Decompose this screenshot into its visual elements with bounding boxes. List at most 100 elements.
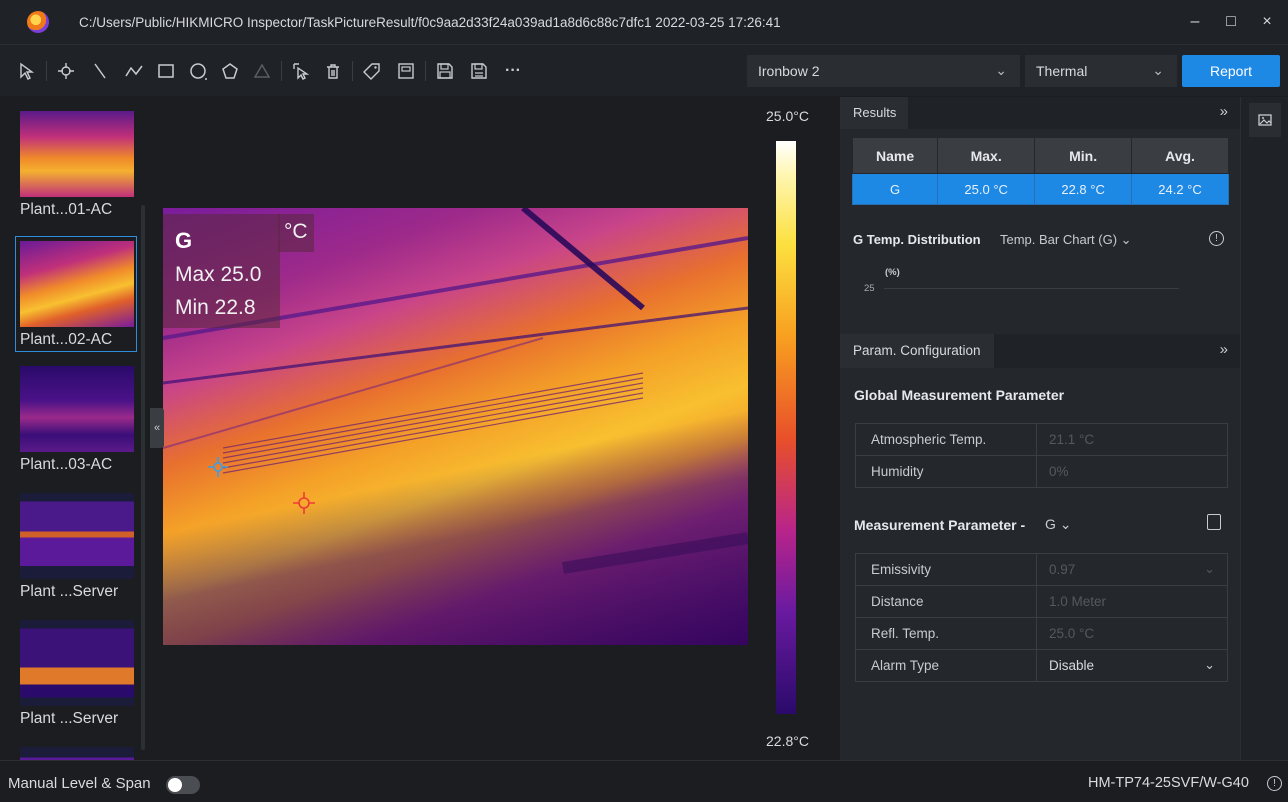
table-row: Atmospheric Temp. 21.1 °C [855, 423, 1228, 456]
table-cell: 25.0 °C [937, 173, 1036, 205]
collapse-thumbnails-button[interactable]: « [150, 408, 164, 448]
thumbnail-item-selected[interactable]: Plant...02-AC [15, 236, 137, 352]
global-param-title: Global Measurement Parameter [854, 387, 1065, 403]
point-icon[interactable] [53, 58, 79, 84]
thumbnail-list: Plant...01-AC Plant...02-AC Plant...03-A… [0, 97, 148, 760]
scale-max-label: 25.0°C [766, 108, 809, 124]
thumbnail-scrollbar[interactable] [141, 205, 145, 750]
rectangle-icon[interactable] [153, 58, 179, 84]
mode-value: Thermal [1036, 63, 1088, 79]
window-title: C:/Users/Public/HIKMICRO Inspector/TaskP… [79, 14, 781, 30]
param-key: Emissivity [855, 553, 1037, 586]
polyline-icon[interactable] [121, 58, 147, 84]
overlay-max: Max 25.0 [175, 263, 262, 286]
toolbar: ··· Ironbow 2 ⌄ Thermal ⌄ Report [0, 44, 1288, 96]
measurement-target-select[interactable]: G ⌄ [1045, 516, 1072, 533]
crosshair-icon[interactable] [208, 457, 228, 477]
table-row: Alarm Type Disable ⌄ [855, 649, 1228, 682]
select-icon[interactable] [14, 58, 40, 84]
thumbnail-item[interactable]: Plant ...Server [16, 620, 138, 728]
triangle-icon[interactable] [249, 58, 275, 84]
thumbnail-item[interactable] [16, 747, 138, 760]
delete-icon[interactable] [320, 58, 346, 84]
overlay-name: G [175, 228, 193, 253]
line-icon[interactable] [87, 58, 113, 84]
thumbnail-image [20, 747, 134, 760]
info-icon[interactable]: ! [1209, 231, 1224, 246]
table-cell: 24.2 °C [1131, 173, 1229, 205]
table-row: Humidity 0% [855, 455, 1228, 488]
level-span-toggle[interactable] [166, 776, 200, 794]
table-row: Refl. Temp. 25.0 °C [855, 617, 1228, 650]
emissivity-field[interactable]: 0.97 ⌄ [1036, 553, 1228, 586]
table-cell: 22.8 °C [1034, 173, 1133, 205]
save-as-icon[interactable] [466, 58, 492, 84]
distance-value: 1.0 Meter [1049, 594, 1107, 609]
device-model: HM-TP74-25SVF/W-G40 [1088, 775, 1249, 791]
toolbar-divider [281, 60, 282, 81]
param-config-header: Param. Configuration » [840, 334, 1240, 368]
status-bar: Manual Level & Span HM-TP74-25SVF/W-G40 … [0, 760, 1288, 802]
palette-value: Ironbow 2 [758, 63, 820, 79]
overlay-unit: °C [284, 220, 308, 243]
param-key: Humidity [855, 455, 1037, 488]
toggle-knob [168, 778, 182, 792]
mode-select[interactable]: Thermal ⌄ [1025, 55, 1177, 87]
close-button[interactable]: × [1260, 13, 1274, 31]
thumbnail-image [20, 366, 134, 452]
palette-select[interactable]: Ironbow 2 ⌄ [747, 55, 1020, 87]
refl-temp-field[interactable]: 25.0 °C [1036, 617, 1228, 650]
info-icon[interactable]: ! [1267, 776, 1282, 791]
tag-icon[interactable] [359, 58, 385, 84]
side-tool-strip [1240, 97, 1288, 760]
distribution-chart-select[interactable]: Temp. Bar Chart (G) ⌄ [1000, 232, 1132, 248]
expand-icon[interactable]: » [1220, 103, 1228, 120]
expand-icon[interactable]: » [1220, 341, 1228, 358]
thumbnail-item[interactable]: Plant ...Server [16, 493, 138, 601]
measurement-param-table: Emissivity 0.97 ⌄ Distance 1.0 Meter Refl… [855, 553, 1228, 682]
distribution-title: G Temp. Distribution [853, 232, 981, 247]
thumbnail-label: Plant...03-AC [20, 456, 113, 473]
cursor-edit-icon[interactable] [288, 58, 314, 84]
thumbnail-item[interactable]: Plant...03-AC [16, 366, 138, 474]
humidity-field[interactable]: 0% [1036, 455, 1228, 488]
atmospheric-temp-field[interactable]: 21.1 °C [1036, 423, 1228, 456]
chevron-down-icon: ⌄ [1204, 657, 1215, 672]
table-row[interactable]: G 25.0 °C 22.8 °C 24.2 °C [851, 173, 1229, 205]
alarm-type-select[interactable]: Disable ⌄ [1036, 649, 1228, 682]
thumbnail-image [20, 241, 134, 327]
distance-field[interactable]: 1.0 Meter [1036, 585, 1228, 618]
image-icon[interactable] [1249, 103, 1281, 137]
frame-icon[interactable] [393, 58, 419, 84]
thumbnail-item[interactable]: Plant...01-AC [16, 111, 138, 219]
thumbnail-label: Plant...01-AC [20, 201, 113, 218]
distribution-y-unit: (%) [885, 267, 900, 278]
table-header: Name [851, 137, 939, 174]
circle-icon[interactable] [185, 58, 211, 84]
report-button[interactable]: Report [1182, 55, 1280, 87]
crosshair-icon[interactable] [293, 492, 315, 514]
thumbnail-image [20, 620, 134, 706]
distribution-y-tick: 25 [864, 283, 875, 294]
color-scale-bar [776, 141, 796, 714]
thumbnail-image [20, 493, 134, 579]
toolbar-divider [352, 60, 353, 81]
thumbnail-image [20, 111, 134, 197]
copy-icon[interactable] [1207, 514, 1221, 530]
tab-results[interactable]: Results [840, 97, 908, 129]
level-span-label: Manual Level & Span [8, 775, 151, 792]
thumbnail-label: Plant ...Server [20, 710, 119, 727]
toolbar-divider [425, 60, 426, 81]
maximize-button[interactable]: □ [1224, 13, 1238, 31]
polygon-icon[interactable] [217, 58, 243, 84]
chevron-down-icon: ⌄ [995, 62, 1007, 78]
table-row: Distance 1.0 Meter [855, 585, 1228, 618]
param-key: Refl. Temp. [855, 617, 1037, 650]
minimize-button[interactable]: – [1188, 13, 1202, 31]
window-controls: – □ × [1188, 0, 1274, 44]
more-icon[interactable]: ··· [500, 58, 526, 84]
param-key: Alarm Type [855, 649, 1037, 682]
param-key: Atmospheric Temp. [855, 423, 1037, 456]
save-icon[interactable] [432, 58, 458, 84]
tab-param-configuration[interactable]: Param. Configuration [840, 334, 994, 368]
